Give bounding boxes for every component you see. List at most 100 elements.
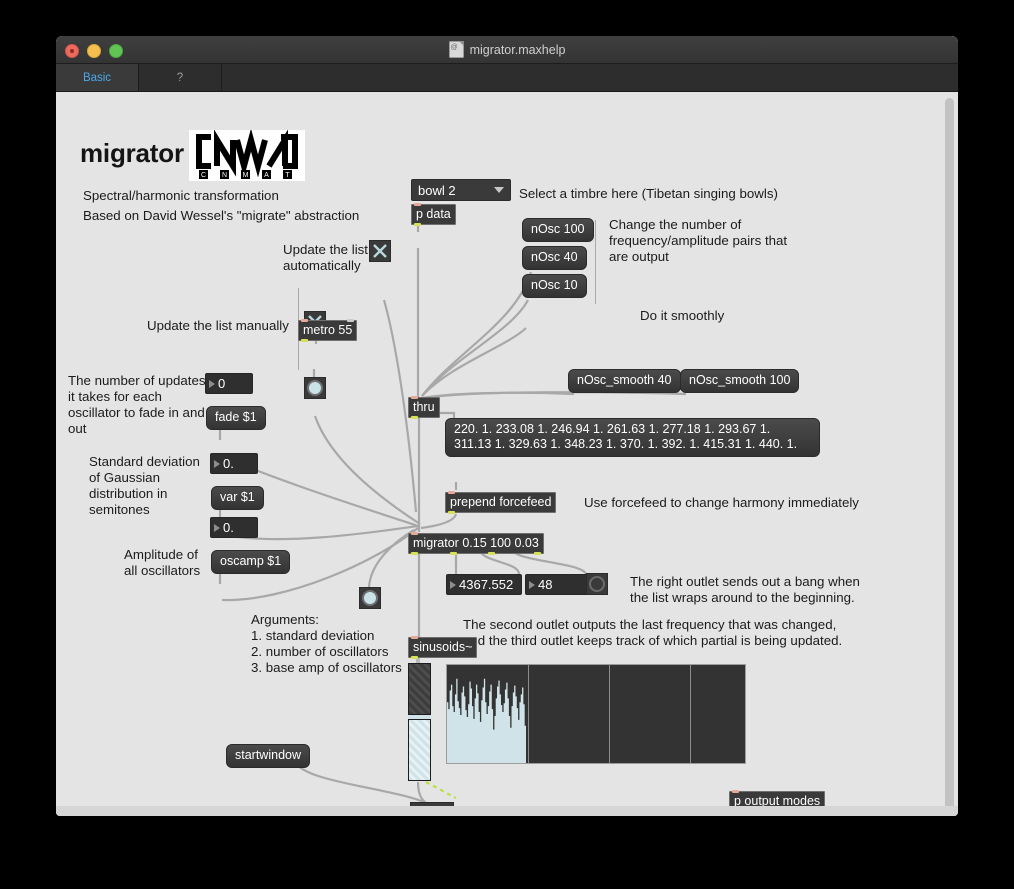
object-sinusoids[interactable]: sinusoids~ [408, 636, 478, 659]
number-oscamp-value: 0. [223, 520, 234, 535]
comment-outlets: The second outlet outputs the last frequ… [463, 617, 843, 648]
window-bottom-strip [56, 806, 958, 816]
window-title-group: migrator.maxhelp [56, 36, 958, 63]
logo-letter-c: C [201, 172, 206, 179]
message-oscamp[interactable]: oscamp $1 [211, 550, 291, 574]
numbox-triangle-icon [209, 379, 215, 388]
x-toggle-icon [373, 244, 387, 258]
outlet[interactable] [301, 339, 308, 342]
message-nosc-40[interactable]: nOsc 40 [522, 246, 587, 270]
inlet[interactable] [411, 396, 418, 399]
comment-do-it-smoothly: Do it smoothly [640, 308, 725, 323]
inlet[interactable] [411, 636, 418, 639]
chevron-down-icon [494, 187, 504, 193]
object-p-data[interactable]: p data [411, 203, 456, 226]
gain-slider-lower [408, 719, 431, 781]
comment-update-auto: Update the list automatically [283, 242, 369, 273]
window-titlebar: migrator.maxhelp [56, 36, 958, 64]
outlet-2[interactable] [450, 552, 457, 555]
tab-bar: Basic ? [56, 64, 958, 92]
object-metro-label: metro 55 [299, 321, 357, 340]
inlet[interactable] [414, 203, 421, 206]
logo-letter-a: A [264, 172, 269, 179]
message-nosc-smooth-100[interactable]: nOsc_smooth 100 [680, 369, 800, 393]
tab-basic[interactable]: Basic [56, 64, 139, 91]
comment-update-manual: Update the list manually [147, 318, 289, 333]
message-fade[interactable]: fade $1 [206, 406, 266, 430]
object-migrator[interactable]: migrator 0.15 100 0.03 [408, 532, 544, 555]
inlet-right[interactable] [347, 319, 355, 322]
outlet[interactable] [411, 656, 418, 659]
message-nosc-40-label: nOsc 40 [522, 246, 587, 270]
inlet[interactable] [732, 790, 739, 793]
tab-bar-filler [222, 64, 958, 91]
outlet[interactable] [414, 223, 421, 226]
number-oscamp[interactable]: 0. [210, 517, 258, 538]
patcher-canvas[interactable]: migrator C N M A T Spectral/harmonic tra… [56, 92, 958, 816]
cnmat-logo: C N M A T [189, 128, 305, 181]
cnmat-logo-icon: C N M A T [196, 128, 298, 179]
message-fade-label: fade $1 [206, 406, 266, 430]
object-thru[interactable]: thru [408, 396, 440, 419]
number-partial-index-value: 48 [538, 577, 553, 592]
message-nosc-10-label: nOsc 10 [522, 274, 587, 298]
object-migrator-label: migrator 0.15 100 0.03 [409, 534, 543, 553]
number-last-frequency-value: 4367.552 [459, 577, 514, 592]
number-fade-value: 0 [218, 376, 226, 391]
object-metro[interactable]: metro 55 [298, 319, 358, 342]
timbre-umenu[interactable]: bowl 2 [411, 179, 511, 201]
numbox-triangle-icon [214, 459, 220, 468]
bang-icon [307, 380, 323, 396]
vertical-scrollbar[interactable] [945, 98, 954, 812]
comment-select-timbre: Select a timbre here (Tibetan singing bo… [519, 186, 778, 201]
outlet-1[interactable] [411, 552, 418, 555]
bang-icon [589, 576, 605, 592]
message-nosc-10[interactable]: nOsc 10 [522, 274, 587, 298]
bang-migrate[interactable] [359, 587, 381, 609]
outlet-4[interactable] [533, 552, 541, 555]
message-startwindow[interactable]: startwindow [226, 744, 310, 768]
inlet[interactable] [301, 319, 308, 322]
object-prepend-forcefeed[interactable]: prepend forcefeed [445, 491, 557, 514]
comment-forcefeed: Use forcefeed to change harmony immediat… [584, 495, 859, 510]
bang-manual-trigger[interactable] [304, 377, 326, 399]
message-nosc-100[interactable]: nOsc 100 [522, 218, 594, 242]
window-title: migrator.maxhelp [469, 42, 566, 57]
page-title: migrator [80, 138, 184, 168]
bang-icon [362, 590, 378, 606]
message-frequency-list-label: 220. 1. 233.08 1. 246.94 1. 261.63 1. 27… [445, 418, 820, 457]
spectrum-display[interactable] [446, 664, 746, 764]
outlet[interactable] [448, 511, 455, 514]
toggle-auto-update[interactable] [369, 240, 391, 262]
numbox-triangle-icon [529, 580, 535, 589]
numbox-triangle-icon [214, 523, 220, 532]
comment-fade: The number of updates it takes for each … [68, 373, 206, 436]
object-p-data-label: p data [412, 205, 455, 224]
bang-wrap-around[interactable] [586, 573, 608, 595]
message-nosc-smooth-40[interactable]: nOsc_smooth 40 [568, 369, 681, 393]
outlet[interactable] [411, 416, 418, 419]
inlet[interactable] [448, 491, 455, 494]
number-var-value: 0. [223, 456, 234, 471]
gain-slider-upper [408, 663, 431, 715]
message-frequency-list[interactable]: 220. 1. 233.08 1. 246.94 1. 261.63 1. 27… [445, 418, 820, 457]
number-last-frequency[interactable]: 4367.552 [446, 574, 522, 595]
message-oscamp-label: oscamp $1 [211, 550, 291, 574]
number-var[interactable]: 0. [210, 453, 258, 474]
subtitle-line-2: Based on David Wessel's "migrate" abstra… [83, 208, 360, 223]
comment-arguments: Arguments: 1. standard deviation 2. numb… [251, 612, 402, 675]
message-startwindow-label: startwindow [226, 744, 310, 768]
number-fade[interactable]: 0 [205, 373, 253, 394]
tab-help[interactable]: ? [139, 64, 222, 91]
gain-slider[interactable] [408, 663, 431, 781]
subtitle-line-1: Spectral/harmonic transformation [83, 188, 279, 203]
object-sinusoids-label: sinusoids~ [409, 638, 477, 657]
document-icon [448, 41, 464, 58]
max-help-window: migrator.maxhelp Basic ? [56, 36, 958, 816]
inlet[interactable] [411, 532, 418, 535]
outlet-3[interactable] [488, 552, 495, 555]
logo-letter-m: M [243, 172, 249, 179]
message-var[interactable]: var $1 [211, 486, 264, 510]
timbre-umenu-value: bowl 2 [418, 182, 456, 198]
comment-nosc: Change the number of frequency/amplitude… [609, 217, 788, 264]
